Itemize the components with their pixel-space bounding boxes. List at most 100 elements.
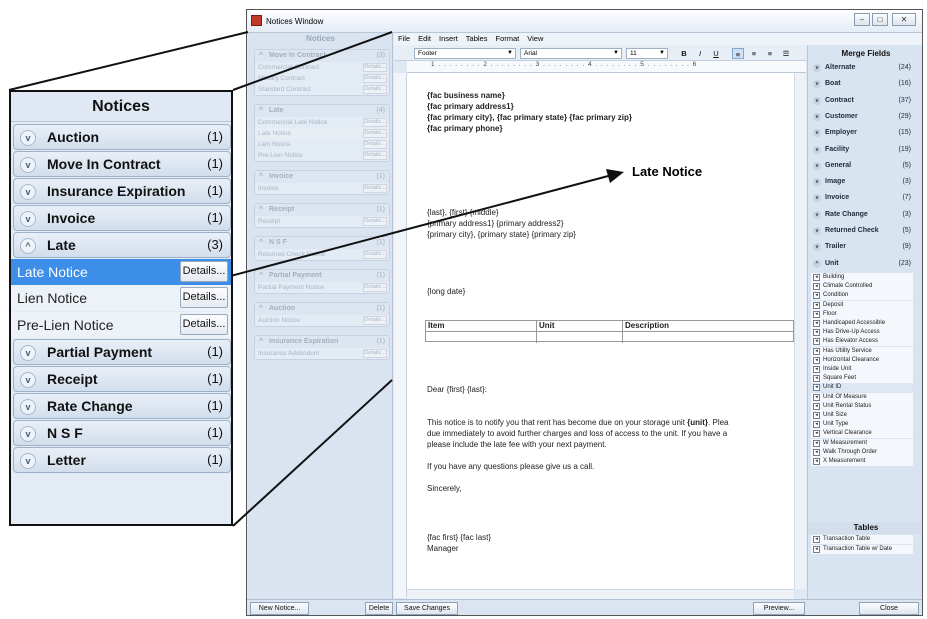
merge-group[interactable]: v Facility (19) — [811, 142, 913, 158]
merge-field-item[interactable]: ◂ Unit ID — [811, 383, 913, 393]
notice-item[interactable]: Late Notice Details... — [11, 258, 231, 285]
group-header[interactable]: Invoice ^ (1) — [255, 171, 389, 183]
save-changes-button[interactable]: Save Changes — [396, 602, 458, 615]
merge-group[interactable]: v Customer (29) — [811, 109, 913, 125]
notice-item[interactable]: Insurance Addendum Details... — [255, 348, 389, 359]
merge-group[interactable]: v Trailer (9) — [811, 239, 913, 255]
table-item[interactable]: ◂ Transaction Table — [811, 535, 913, 544]
merge-field-item[interactable]: ◂ X Measurement — [811, 456, 913, 466]
merge-group[interactable]: v Invoice (7) — [811, 190, 913, 206]
notice-item[interactable]: Pre-Lien Notice Details... — [255, 150, 389, 161]
merge-field-item[interactable]: ◂ Unit Rental Status — [811, 401, 913, 411]
merge-field-item[interactable]: ◂ Unit Size — [811, 410, 913, 420]
menu-edit[interactable]: Edit — [418, 34, 431, 43]
details-button[interactable]: Details... — [363, 129, 387, 138]
notice-group-header[interactable]: v Rate Change (1) — [13, 392, 231, 419]
style-select[interactable]: Footer ▼ — [414, 48, 516, 59]
notice-item[interactable]: Standard Contract Details... — [255, 84, 389, 95]
vertical-scrollbar[interactable] — [794, 73, 806, 589]
notice-group-header[interactable]: v Auction (1) — [13, 124, 231, 150]
notice-item[interactable]: Commercial Contract Details... — [255, 62, 389, 73]
delete-button[interactable]: Delete — [365, 602, 393, 615]
notice-item[interactable]: Partial Payment Notice Details... — [255, 282, 389, 293]
details-button[interactable]: Details... — [363, 85, 387, 94]
details-button[interactable]: Details... — [363, 140, 387, 149]
merge-field-item[interactable]: ◂ Inside Unit — [811, 364, 913, 374]
merge-field-item[interactable]: ◂ W Measurement — [811, 438, 913, 448]
close-window-button[interactable]: ✕ — [892, 13, 916, 26]
notice-item[interactable]: Pre-Lien Notice Details... — [11, 311, 231, 338]
notice-group-header[interactable]: ^ Late (3) — [13, 231, 231, 258]
underline-button[interactable]: U — [710, 48, 722, 59]
details-button[interactable]: Details... — [180, 313, 228, 335]
merge-group[interactable]: v Boat (16) — [811, 76, 913, 92]
details-button[interactable]: Details... — [363, 74, 387, 83]
menu-format[interactable]: Format — [495, 34, 519, 43]
notice-item[interactable]: Late Notice Details... — [255, 128, 389, 139]
document-editor[interactable]: {fac business name} {fac primary address… — [407, 73, 794, 589]
horizontal-scrollbar[interactable] — [407, 589, 794, 599]
align-right-icon[interactable]: ≡ — [764, 48, 776, 59]
menu-view[interactable]: View — [527, 34, 543, 43]
merge-field-item[interactable]: ◂ Unit Of Measure — [811, 392, 913, 402]
maximize-button[interactable]: □ — [872, 13, 888, 26]
merge-group[interactable]: v Rate Change (3) — [811, 207, 913, 223]
merge-field-item[interactable]: ◂ Horizontal Clearance — [811, 355, 913, 365]
notice-group-header[interactable]: v Move In Contract (1) — [13, 150, 231, 177]
details-button[interactable]: Details... — [363, 217, 387, 226]
details-button[interactable]: Details... — [363, 316, 387, 325]
merge-group[interactable]: ^ Unit (23) — [811, 256, 913, 272]
merge-field-item[interactable]: ◂ Floor — [811, 309, 913, 319]
details-button[interactable]: Details... — [363, 349, 387, 358]
notice-item[interactable]: Receipt Details... — [255, 216, 389, 227]
group-header[interactable]: Late ^ (4) — [255, 105, 389, 117]
details-button[interactable]: Details... — [180, 260, 228, 282]
merge-field-item[interactable]: ◂ Deposit — [811, 300, 913, 310]
merge-group[interactable]: v Alternate (24) — [811, 60, 913, 76]
merge-group[interactable]: v Employer (15) — [811, 125, 913, 141]
notice-item[interactable]: Lien Notice Details... — [255, 139, 389, 150]
align-center-icon[interactable]: ≡ — [748, 48, 760, 59]
details-button[interactable]: Details... — [180, 287, 228, 308]
notice-item[interactable]: Commercial Late Notice Details... — [255, 117, 389, 128]
details-button[interactable]: Details... — [363, 283, 387, 292]
merge-group[interactable]: v Contract (37) — [811, 93, 913, 109]
bold-button[interactable]: B — [678, 48, 690, 59]
details-button[interactable]: Details... — [363, 184, 387, 193]
notice-group-header[interactable]: v Invoice (1) — [13, 204, 231, 231]
merge-field-item[interactable]: ◂ Has Elevator Access — [811, 337, 913, 347]
justify-icon[interactable]: ☰ — [780, 48, 792, 59]
merge-field-item[interactable]: ◂ Condition — [811, 291, 913, 301]
group-header[interactable]: Auction ^ (1) — [255, 303, 389, 315]
group-header[interactable]: N S F ^ (1) — [255, 237, 389, 249]
font-size-select[interactable]: 11 ▼ — [626, 48, 668, 59]
notice-group-header[interactable]: v Insurance Expiration (1) — [13, 177, 231, 204]
notice-group-header[interactable]: v Receipt (1) — [13, 365, 231, 392]
table-item[interactable]: ◂ Transaction Table w/ Date — [811, 545, 913, 554]
menu-insert[interactable]: Insert — [439, 34, 458, 43]
details-button[interactable]: Details... — [363, 250, 387, 259]
group-header[interactable]: Insurance Expiration ^ (1) — [255, 336, 389, 348]
italic-button[interactable]: I — [694, 48, 706, 59]
font-select[interactable]: Arial ▼ — [520, 48, 622, 59]
align-left-icon[interactable]: ≡ — [732, 48, 744, 59]
new-notice-button[interactable]: New Notice... — [250, 602, 309, 615]
merge-field-item[interactable]: ◂ Square Feet — [811, 374, 913, 384]
notice-item[interactable]: Military Contract Details... — [255, 73, 389, 84]
merge-group[interactable]: v Returned Check (5) — [811, 223, 913, 239]
notice-item[interactable]: Auction Notice Details... — [255, 315, 389, 326]
merge-field-item[interactable]: ◂ Climate Controlled — [811, 282, 913, 292]
notice-item[interactable]: Lien Notice Details... — [11, 285, 231, 311]
merge-field-item[interactable]: ◂ Has Utility Service — [811, 346, 913, 356]
merge-field-item[interactable]: ◂ Vertical Clearance — [811, 429, 913, 439]
merge-group[interactable]: v General (5) — [811, 158, 913, 174]
merge-field-item[interactable]: ◂ Unit Type — [811, 420, 913, 430]
notice-item[interactable]: Returned Check Notice Details... — [255, 249, 389, 260]
group-header[interactable]: Partial Payment ^ (1) — [255, 270, 389, 282]
notice-group-header[interactable]: v Partial Payment (1) — [13, 339, 231, 365]
merge-group[interactable]: v Image (3) — [811, 174, 913, 190]
merge-field-item[interactable]: ◂ Handicaped Accessible — [811, 318, 913, 328]
notice-item[interactable]: Invoice Details... — [255, 183, 389, 194]
details-button[interactable]: Details... — [363, 63, 387, 72]
notice-group-header[interactable]: v Letter (1) — [13, 446, 231, 473]
